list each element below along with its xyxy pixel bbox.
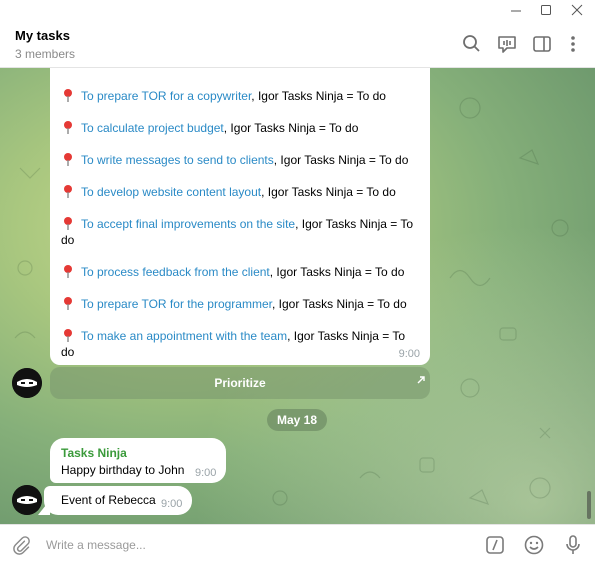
task-assignee-status: , Igor Tasks Ninja = To do	[251, 89, 386, 103]
task-item: To develop website content layout, Igor …	[61, 184, 421, 200]
member-count: 3 members	[15, 47, 76, 61]
task-item: To calculate project budget, Igor Tasks …	[61, 120, 421, 136]
message-time: 9:00	[161, 498, 183, 510]
prioritize-button[interactable]: Prioritize	[50, 367, 430, 399]
pushpin-icon	[64, 297, 72, 310]
microphone-icon[interactable]	[562, 534, 584, 556]
chat-history[interactable]: To prepare TOR for a copywriter, Igor Ta…	[0, 68, 595, 524]
task-item: To prepare TOR for the programmer, Igor …	[61, 296, 421, 312]
task-link[interactable]: To develop website content layout	[81, 185, 261, 199]
chat-title[interactable]: My tasks	[15, 28, 70, 43]
pushpin-icon	[64, 121, 72, 134]
task-assignee-status: , Igor Tasks Ninja = To do	[271, 297, 407, 311]
sidebar-icon[interactable]	[531, 33, 553, 55]
task-item: To make an appointment with the team, Ig…	[61, 328, 421, 360]
maximize-icon[interactable]	[532, 0, 560, 20]
pushpin-icon	[64, 329, 72, 342]
minimize-icon[interactable]	[502, 0, 530, 20]
task-item: To write messages to send to clients, Ig…	[61, 152, 421, 168]
task-assignee-status: , Igor Tasks Ninja = To do	[273, 153, 409, 167]
task-item: To process feedback from the client, Igo…	[61, 264, 421, 280]
task-link[interactable]: To prepare TOR for a copywriter	[81, 89, 251, 103]
pushpin-icon	[64, 265, 72, 278]
sender-name[interactable]: Tasks Ninja	[61, 446, 127, 460]
task-link[interactable]: To make an appointment with the team	[81, 329, 287, 343]
message-text: Event of Rebecca	[61, 493, 156, 507]
task-list-message[interactable]: To prepare TOR for a copywriter, Igor Ta…	[50, 68, 430, 365]
avatar[interactable]	[12, 485, 42, 515]
date-separator: May 18	[267, 409, 327, 431]
task-assignee-status: , Igor Tasks Ninja = To do	[223, 121, 359, 135]
window-titlebar	[0, 0, 595, 20]
attach-icon[interactable]	[10, 534, 32, 556]
task-link[interactable]: To accept final improvements on the site	[81, 217, 295, 231]
task-link[interactable]: To process feedback from the client	[81, 265, 270, 279]
chat-message[interactable]: Tasks Ninja Happy birthday to John 9:00	[50, 438, 226, 483]
task-item: To accept final improvements on the site…	[61, 216, 421, 248]
external-arrow-icon	[417, 366, 425, 398]
message-time: 9:00	[195, 467, 217, 479]
prioritize-label: Prioritize	[214, 376, 266, 390]
task-link[interactable]: To calculate project budget	[81, 121, 224, 135]
message-input[interactable]	[46, 535, 446, 555]
chat-scrollbar[interactable]	[586, 68, 592, 524]
search-icon[interactable]	[461, 33, 483, 55]
task-assignee-status: , Igor Tasks Ninja = To do	[261, 185, 396, 199]
avatar[interactable]	[12, 368, 42, 398]
scrollbar-thumb[interactable]	[587, 491, 591, 519]
pushpin-icon	[64, 153, 72, 166]
task-item: To prepare TOR for a copywriter, Igor Ta…	[61, 88, 421, 104]
task-assignee-status: , Igor Tasks Ninja = To do	[269, 265, 405, 279]
chat-header[interactable]: My tasks 3 members	[0, 20, 595, 68]
task-link[interactable]: To prepare TOR for the programmer	[81, 297, 272, 311]
close-icon[interactable]	[563, 0, 591, 20]
pushpin-icon	[64, 185, 72, 198]
chat-message[interactable]: Event of Rebecca 9:00	[44, 486, 192, 515]
emoji-icon[interactable]	[523, 534, 545, 556]
voice-chat-icon[interactable]	[496, 33, 518, 55]
pushpin-icon	[64, 217, 72, 230]
message-text: Happy birthday to John	[61, 463, 185, 477]
pushpin-icon	[64, 89, 72, 102]
message-composer	[0, 524, 595, 564]
bot-commands-icon[interactable]	[484, 534, 506, 556]
task-link[interactable]: To write messages to send to clients	[81, 153, 274, 167]
message-time: 9:00	[398, 348, 420, 360]
more-icon[interactable]	[562, 33, 584, 55]
